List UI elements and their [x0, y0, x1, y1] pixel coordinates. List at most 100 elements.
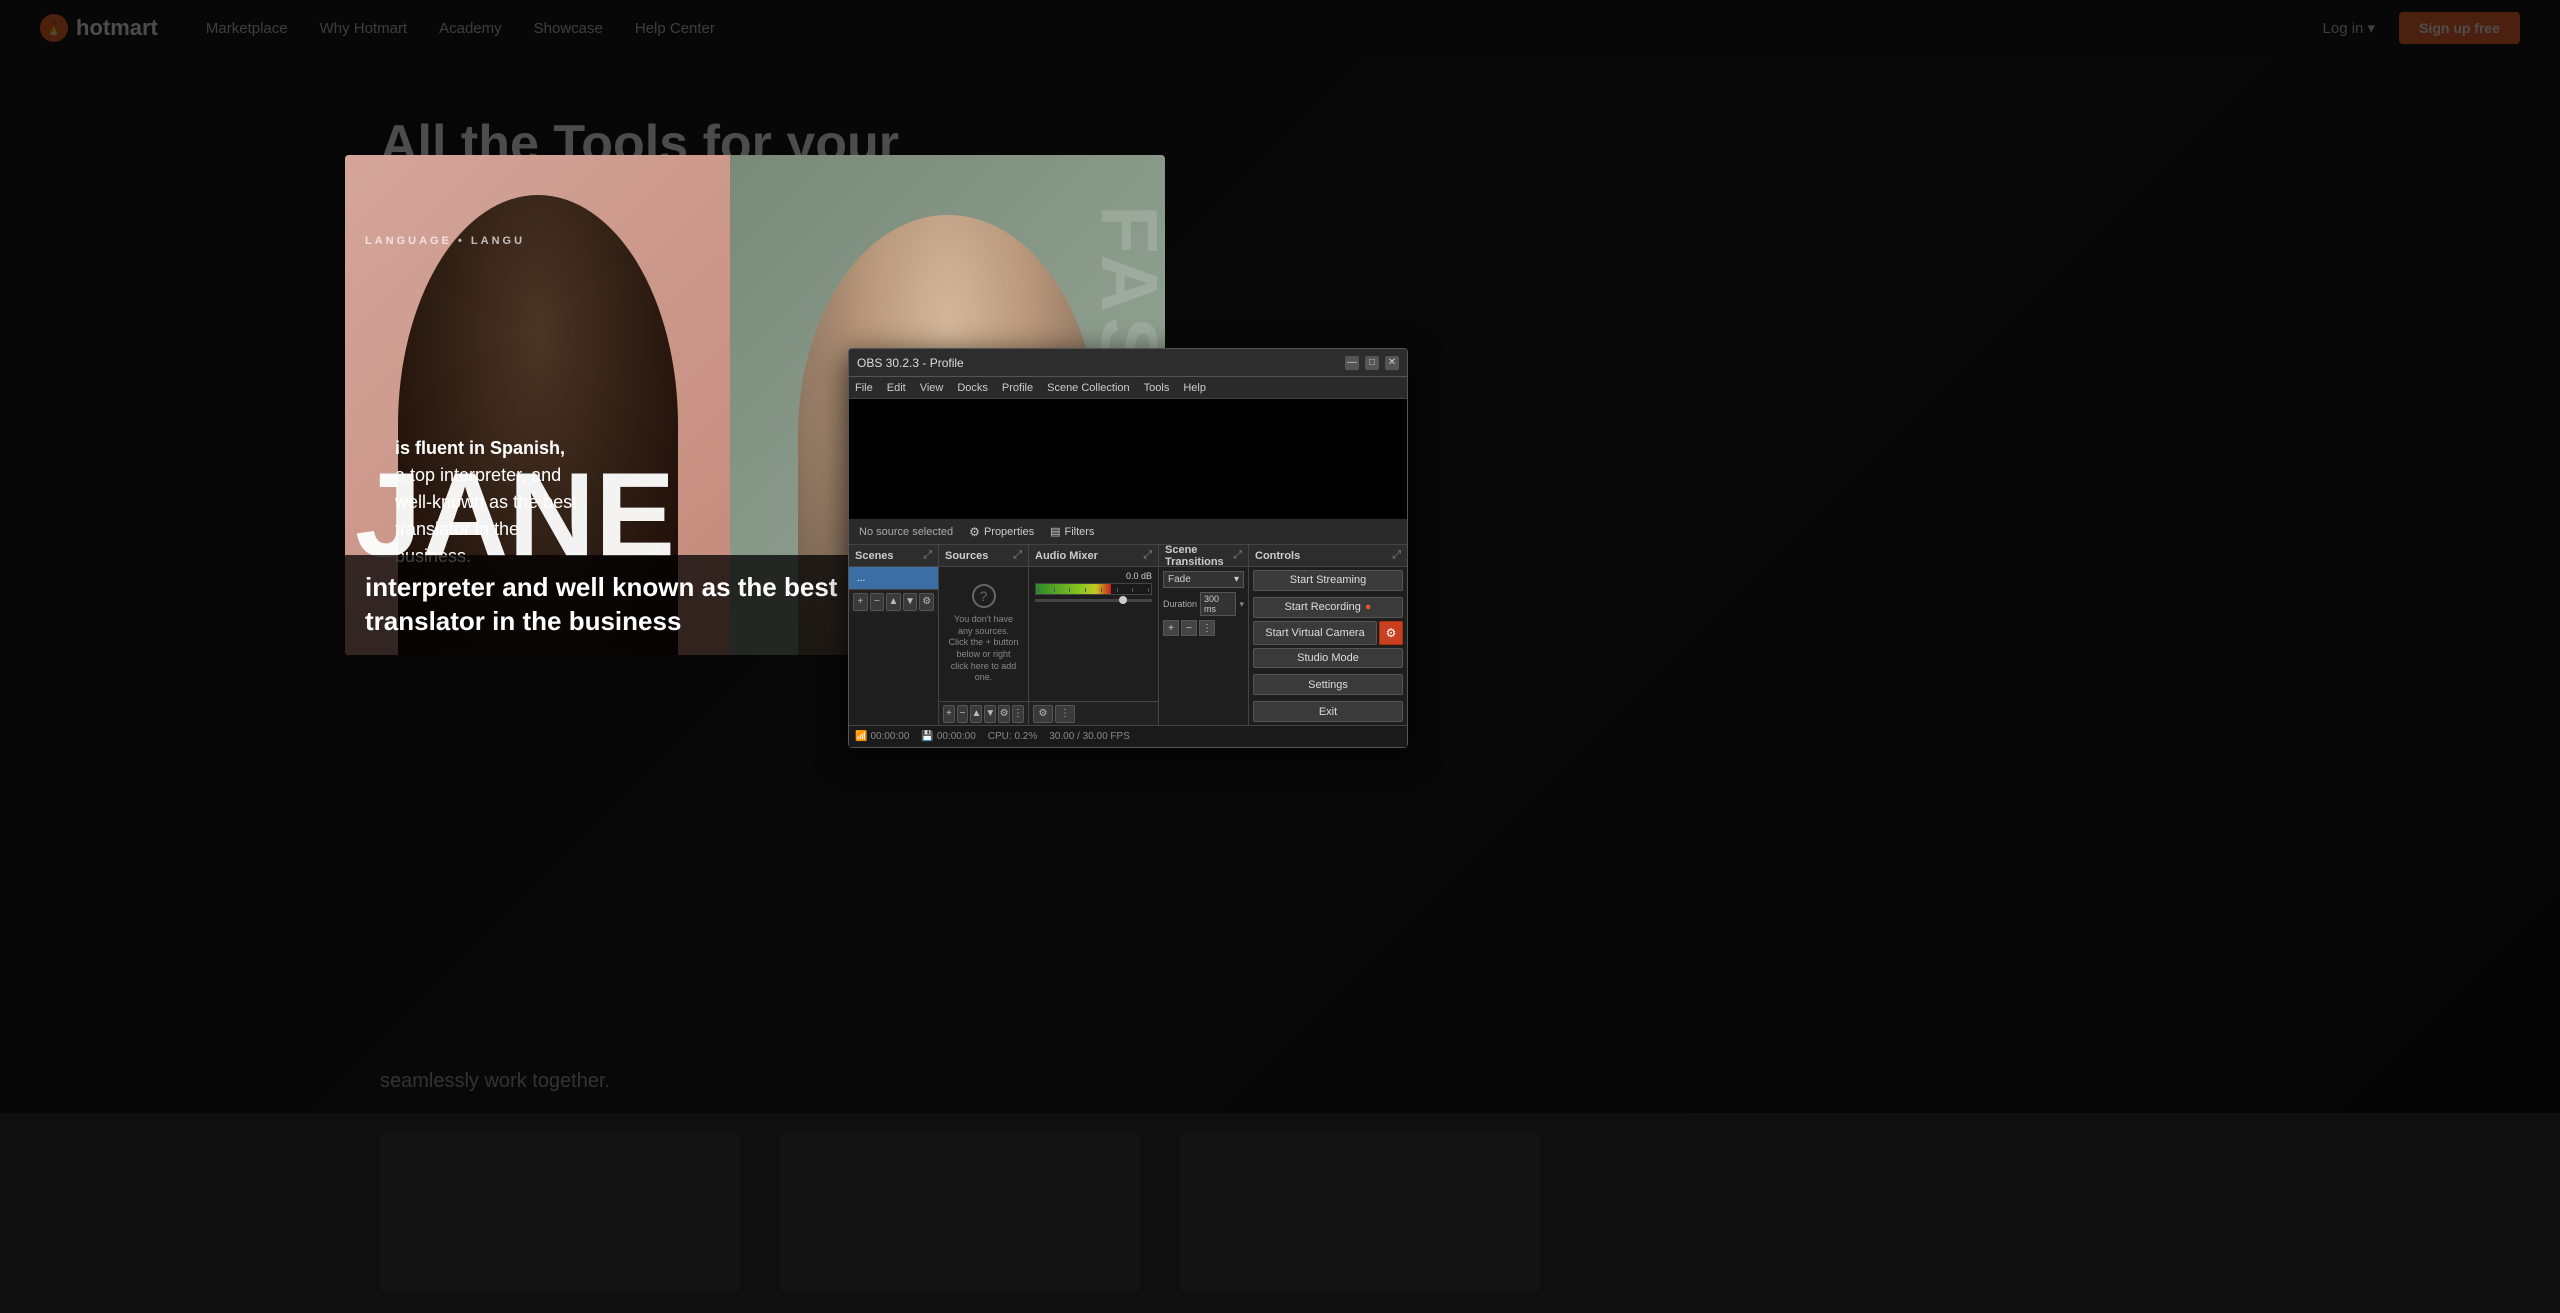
- obs-transitions-title: Scene Transitions: [1165, 545, 1233, 568]
- obs-minimize-button[interactable]: —: [1345, 356, 1359, 370]
- obs-source-remove-button[interactable]: −: [957, 705, 969, 723]
- obs-audio-panel: Audio Mixer ⤢ 0.0 dB: [1029, 545, 1159, 725]
- obs-scene-add-button[interactable]: +: [853, 593, 868, 611]
- obs-sources-header: Sources ⤢: [939, 545, 1028, 567]
- obs-scene-up-button[interactable]: ▲: [886, 593, 901, 611]
- obs-audio-header: Audio Mixer ⤢: [1029, 545, 1158, 567]
- obs-start-virtual-camera-button[interactable]: Start Virtual Camera: [1253, 621, 1377, 645]
- obs-sources-help-text: You don't have any sources. Click the + …: [947, 614, 1020, 684]
- obs-tick-8: [1148, 588, 1149, 592]
- obs-tick-5: [1101, 588, 1102, 592]
- obs-transition-remove-button[interactable]: −: [1181, 620, 1197, 636]
- obs-scenes-expand-icon[interactable]: ⤢: [923, 549, 932, 562]
- obs-cpu-status: CPU: 0.2%: [988, 731, 1037, 742]
- obs-menu-file[interactable]: File: [855, 382, 873, 394]
- obs-statusbar: 📶 00:00:00 💾 00:00:00 CPU: 0.2% 30.00 / …: [849, 725, 1407, 747]
- obs-volume-slider[interactable]: [1035, 599, 1152, 602]
- obs-transition-select[interactable]: Fade ▾: [1163, 571, 1244, 588]
- obs-source-bar: No source selected ⚙ Properties ▤ Filter…: [849, 519, 1407, 545]
- obs-source-menu-button[interactable]: ⋮: [1012, 705, 1024, 723]
- obs-menu-help[interactable]: Help: [1183, 382, 1206, 394]
- obs-exit-button[interactable]: Exit: [1253, 701, 1403, 722]
- obs-source-up-button[interactable]: ▲: [970, 705, 982, 723]
- obs-transition-add-button[interactable]: +: [1163, 620, 1179, 636]
- obs-sources-title: Sources: [945, 550, 988, 562]
- obs-scene-text: ...: [857, 573, 865, 584]
- obs-scene-settings-button[interactable]: ⚙: [919, 593, 934, 611]
- obs-network-status: 📶 00:00:00: [855, 731, 909, 742]
- obs-virtual-cam-row: Start Virtual Camera ⚙: [1253, 621, 1403, 645]
- obs-start-streaming-button[interactable]: Start Streaming: [1253, 570, 1403, 591]
- obs-audio-settings-button[interactable]: ⚙: [1033, 705, 1053, 723]
- obs-scene-down-button[interactable]: ▼: [903, 593, 918, 611]
- obs-transition-menu-button[interactable]: ⋮: [1199, 620, 1215, 636]
- obs-duration-label: Duration: [1163, 599, 1197, 609]
- obs-source-down-button[interactable]: ▼: [984, 705, 996, 723]
- gear-icon: ⚙: [969, 525, 980, 539]
- obs-sources-panel: Sources ⤢ ? You don't have any sources. …: [939, 545, 1029, 725]
- obs-preview: [849, 399, 1407, 519]
- obs-scene-remove-button[interactable]: −: [870, 593, 885, 611]
- obs-maximize-button[interactable]: □: [1365, 356, 1379, 370]
- obs-scenes-header: Scenes ⤢: [849, 545, 938, 567]
- obs-menu-profile[interactable]: Profile: [1002, 382, 1033, 394]
- obs-virtual-settings-button[interactable]: ⚙: [1379, 621, 1403, 645]
- obs-scene-item[interactable]: ...: [849, 567, 938, 589]
- chevron-down-icon-2: ▾: [1239, 599, 1244, 610]
- obs-menu-edit[interactable]: Edit: [887, 382, 906, 394]
- obs-filters-button[interactable]: ▤ Filters: [1050, 525, 1094, 538]
- obs-scenes-title: Scenes: [855, 550, 894, 562]
- obs-audio-track: 0.0 dB: [1029, 567, 1158, 701]
- filters-icon: ▤: [1050, 525, 1060, 538]
- obs-tick-6: [1117, 588, 1118, 592]
- obs-start-recording-button[interactable]: Start Recording ●: [1253, 597, 1403, 618]
- obs-studio-mode-button[interactable]: Studio Mode: [1253, 648, 1403, 669]
- obs-menu-scene-collection[interactable]: Scene Collection: [1047, 382, 1130, 394]
- obs-fps-status: 30.00 / 30.00 FPS: [1049, 731, 1130, 742]
- obs-controls-expand-icon[interactable]: ⤢: [1392, 549, 1401, 562]
- obs-controls-panel: Controls ⤢ Start Streaming Start Recordi…: [1249, 545, 1407, 725]
- obs-menu-view[interactable]: View: [920, 382, 944, 394]
- obs-audio-menu-button[interactable]: ⋮: [1055, 705, 1075, 723]
- obs-tick-2: [1054, 588, 1055, 592]
- obs-transitions-expand-icon[interactable]: ⤢: [1233, 549, 1242, 562]
- obs-menu-tools[interactable]: Tools: [1144, 382, 1170, 394]
- obs-scenes-icons: ⤢: [923, 549, 932, 562]
- obs-audio-expand-icon[interactable]: ⤢: [1143, 549, 1152, 562]
- jane-info: is fluent in Spanish, a top interpreter,…: [395, 435, 595, 570]
- obs-audio-icons: ⤢: [1143, 549, 1152, 562]
- obs-close-button[interactable]: ✕: [1385, 356, 1399, 370]
- obs-tick-4: [1085, 588, 1086, 592]
- obs-title-text: OBS 30.2.3 - Profile: [857, 356, 1345, 370]
- obs-audio-meter: [1035, 583, 1152, 595]
- obs-controls-title: Controls: [1255, 550, 1300, 562]
- obs-duration-input[interactable]: 300 ms: [1200, 592, 1236, 616]
- obs-meter-ticks: [1036, 588, 1151, 594]
- obs-no-source-text: No source selected: [859, 526, 953, 538]
- obs-sources-expand-icon[interactable]: ⤢: [1013, 549, 1022, 562]
- obs-source-settings-button[interactable]: ⚙: [998, 705, 1010, 723]
- obs-transitions-footer: + − ⋮: [1159, 618, 1248, 638]
- obs-properties-button[interactable]: ⚙ Properties: [969, 525, 1034, 539]
- obs-titlebar: OBS 30.2.3 - Profile — □ ✕: [849, 349, 1407, 377]
- obs-volume-db: 0.0 dB: [1035, 571, 1152, 581]
- obs-tick-7: [1132, 588, 1133, 592]
- obs-transitions-icons: ⤢: [1233, 549, 1242, 562]
- obs-source-add-button[interactable]: +: [943, 705, 955, 723]
- obs-settings-button[interactable]: Settings: [1253, 674, 1403, 695]
- gear-icon-2: ⚙: [1386, 626, 1397, 640]
- chevron-down-icon: ▾: [1234, 574, 1239, 585]
- obs-scenes-panel: Scenes ⤢ ... + − ▲ ▼ ⚙: [849, 545, 939, 725]
- obs-win-controls: — □ ✕: [1345, 356, 1399, 370]
- jane-info-rest: a top interpreter, and well-known as the…: [395, 465, 577, 566]
- help-icon: ?: [972, 584, 996, 608]
- obs-duration-row: Duration 300 ms ▾: [1163, 592, 1244, 616]
- obs-volume-thumb[interactable]: [1119, 596, 1127, 604]
- obs-panels: Scenes ⤢ ... + − ▲ ▼ ⚙ Sources ⤢: [849, 545, 1407, 725]
- obs-fade-label: Fade: [1168, 574, 1191, 585]
- obs-transitions-panel: Scene Transitions ⤢ Fade ▾ Duration 300 …: [1159, 545, 1249, 725]
- obs-transitions-header: Scene Transitions ⤢: [1159, 545, 1248, 567]
- obs-menu-docks[interactable]: Docks: [957, 382, 988, 394]
- obs-window: OBS 30.2.3 - Profile — □ ✕ File Edit Vie…: [848, 348, 1408, 748]
- obs-audio-title: Audio Mixer: [1035, 550, 1098, 562]
